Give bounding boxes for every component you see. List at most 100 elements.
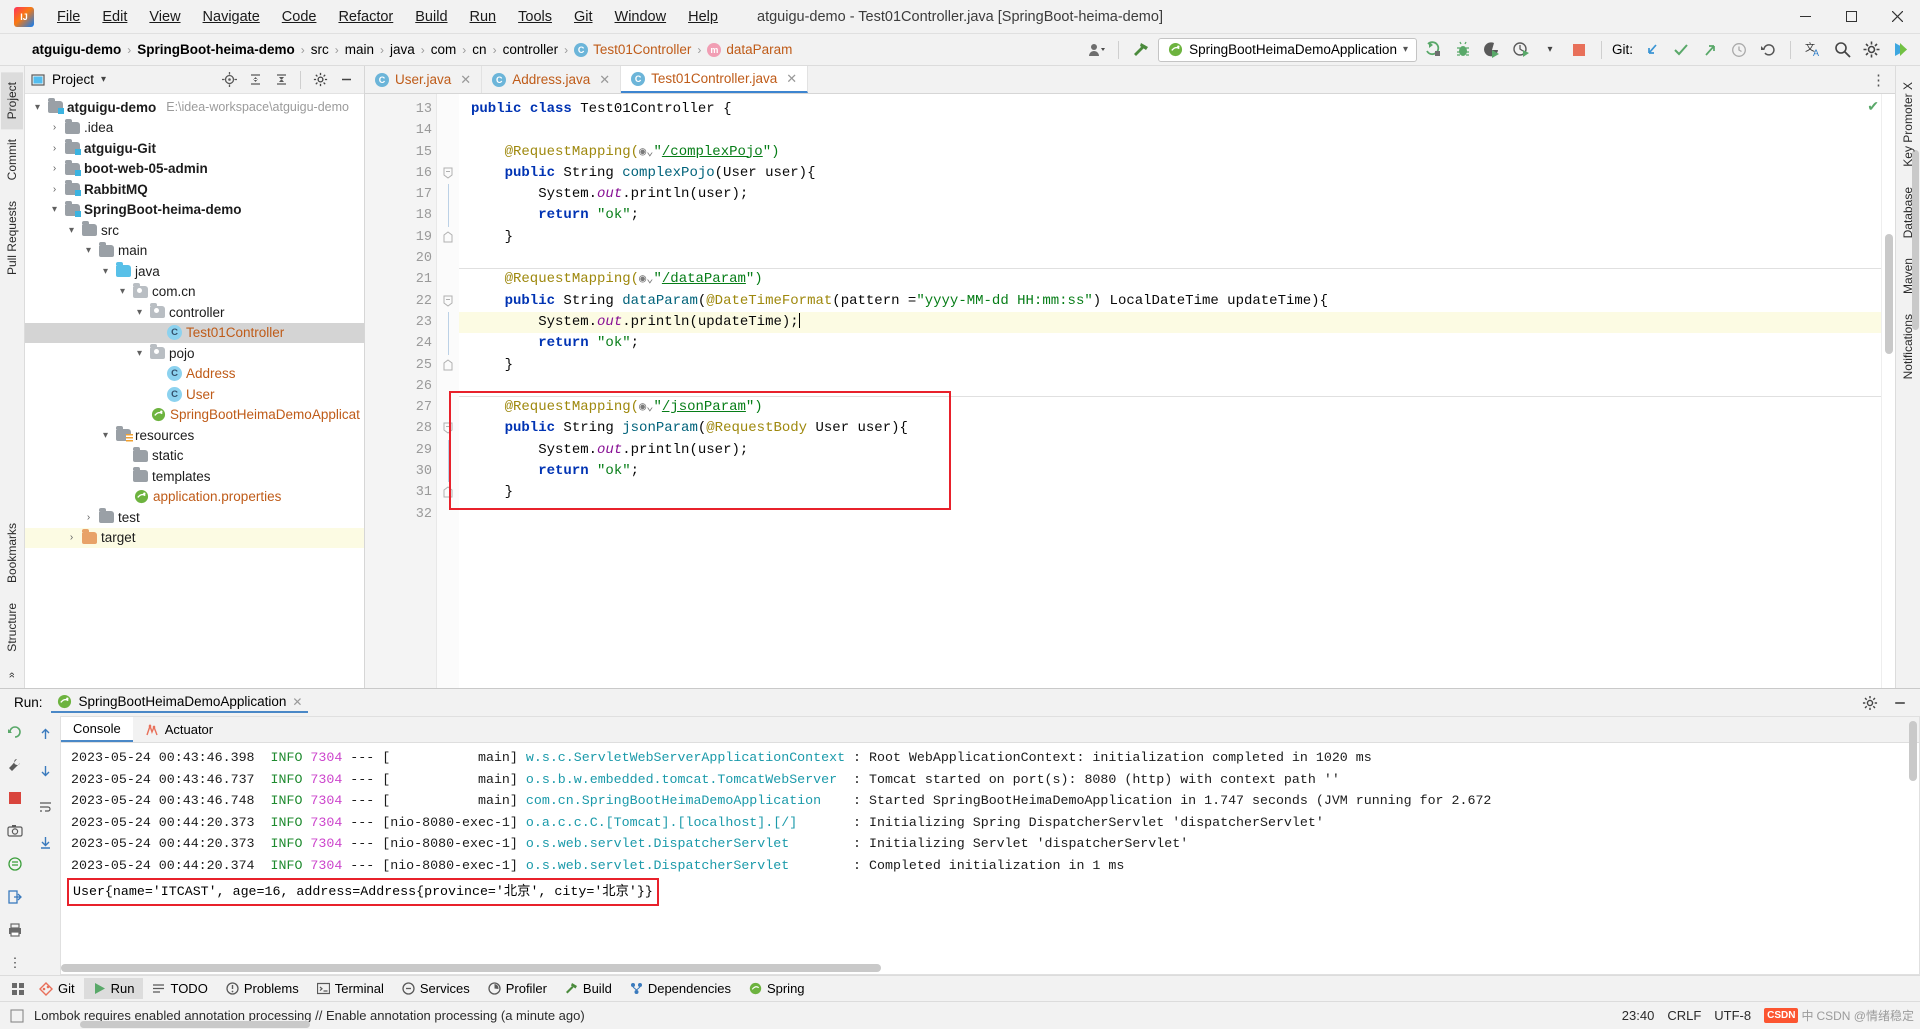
menu-git[interactable]: Git [563, 5, 604, 29]
console-output[interactable]: 2023-05-24 00:43:46.398 INFO 7304 --- [ … [61, 743, 1919, 974]
wrench-icon[interactable] [3, 753, 27, 777]
project-tree-horizontal-scrollbar[interactable] [80, 1021, 310, 1028]
fold-line-15[interactable] [437, 142, 459, 163]
fold-line-28[interactable] [437, 418, 459, 439]
fold-line-23[interactable] [437, 311, 459, 334]
menu-view[interactable]: View [138, 5, 191, 29]
search-icon[interactable] [1830, 38, 1854, 62]
project-settings-gear-icon[interactable] [308, 68, 332, 92]
tree-node-pojo[interactable]: ▾ pojo [25, 343, 364, 364]
settings-gear-icon[interactable] [1859, 38, 1883, 62]
editor-tab-options[interactable]: ⋮ [1863, 66, 1895, 93]
stop-process-icon[interactable] [3, 786, 27, 810]
tree-node-springbootheimademoapplicat[interactable]: SpringBootHeimaDemoApplicat [25, 405, 364, 426]
menu-edit[interactable]: Edit [91, 5, 138, 29]
code-line-27[interactable]: @RequestMapping(◉⌄"/jsonParam") [459, 397, 1881, 418]
code-line-25[interactable]: } [459, 355, 1881, 376]
run-panel-settings-icon[interactable] [1858, 691, 1882, 715]
debug-button[interactable] [1451, 38, 1475, 62]
fold-collapse-icon[interactable] [443, 358, 453, 371]
gutter-line-22[interactable]: 22 [365, 291, 455, 312]
code-line-13[interactable]: public class Test01Controller { [459, 99, 1881, 120]
toolwindow-profiler[interactable]: Profiler [479, 978, 556, 999]
menu-build[interactable]: Build [404, 5, 458, 29]
fold-expand-icon[interactable] [443, 422, 453, 435]
hide-panel-icon[interactable] [334, 68, 358, 92]
chevron-down-icon[interactable]: ▾ [116, 286, 129, 297]
project-tree[interactable]: ▾ atguigu-demo E:\idea-workspace\atguigu-d… [25, 94, 364, 688]
fold-line-31[interactable] [437, 482, 459, 503]
code-line-32[interactable] [459, 504, 1881, 525]
breadcrumb-cn[interactable]: cn [468, 40, 490, 59]
chevron-down-icon[interactable]: ▾ [133, 307, 146, 318]
collapse-all-icon[interactable] [269, 68, 293, 92]
tree-node-java[interactable]: ▾ java [25, 261, 364, 282]
maximize-button[interactable] [1828, 0, 1874, 33]
gutter-line-29[interactable]: 29 [365, 440, 436, 461]
close-icon[interactable]: ✕ [599, 72, 610, 88]
gutter-line-16[interactable]: 16 [365, 163, 455, 184]
chevron-right-icon[interactable]: › [82, 512, 95, 523]
breadcrumb-src[interactable]: src [307, 40, 333, 59]
fold-line-14[interactable] [437, 120, 459, 141]
chevron-right-icon[interactable]: › [48, 163, 61, 174]
soft-wrap-icon[interactable] [33, 794, 57, 818]
tab-console[interactable]: Console [61, 717, 133, 742]
tree-node-atguigu-git[interactable]: › atguigu-Git [25, 138, 364, 159]
menu-file[interactable]: File [46, 5, 91, 29]
run-button[interactable] [1422, 38, 1446, 62]
tab-actuator[interactable]: Actuator [133, 717, 225, 742]
locate-file-icon[interactable] [217, 68, 241, 92]
fold-collapse-icon[interactable] [443, 231, 453, 243]
breadcrumb-atguigu-demo[interactable]: atguigu-demo [28, 40, 125, 59]
tool-tab-project[interactable]: Project [1, 72, 23, 130]
user-avatar-icon[interactable] [1084, 38, 1108, 62]
tree-node-templates[interactable]: templates [25, 466, 364, 487]
gutter-line-24[interactable]: 24 [365, 333, 436, 354]
tool-tab-maven[interactable]: Maven [1897, 248, 1919, 304]
caret-position[interactable]: 23:40 [1622, 1008, 1655, 1023]
tree-node-address[interactable]: C Address [25, 364, 364, 385]
gutter-line-18[interactable]: 18 [365, 205, 436, 226]
tool-tab-key-promoter-x[interactable]: Key Promoter X [1897, 72, 1919, 177]
code-line-19[interactable]: } [459, 227, 1881, 248]
fold-line-20[interactable] [437, 248, 459, 269]
chevron-down-icon[interactable]: ▾ [48, 204, 61, 215]
fold-line-27[interactable] [437, 397, 459, 418]
breadcrumb-controller[interactable]: controller [499, 40, 563, 59]
gutter-line-15[interactable]: 15 [365, 142, 436, 163]
git-rollback-icon[interactable] [1756, 38, 1780, 62]
project-view-dropdown-icon[interactable]: ▾ [101, 74, 106, 85]
tree-node-test01controller[interactable]: C Test01Controller [25, 322, 364, 343]
breadcrumb-dataparam[interactable]: m dataParam [703, 40, 796, 59]
editor-tab-test01controller-java[interactable]: C Test01Controller.java ✕ [621, 66, 809, 93]
code-line-30[interactable]: return "ok"; [459, 461, 1881, 482]
menu-refactor[interactable]: Refactor [327, 5, 404, 29]
chevron-right-icon[interactable]: › [65, 532, 78, 543]
console-vertical-scrollbar[interactable] [1909, 721, 1917, 781]
line-separator[interactable]: CRLF [1667, 1008, 1701, 1023]
code-line-28[interactable]: public String jsonParam(@RequestBody Use… [459, 418, 1881, 439]
expand-all-icon[interactable] [243, 68, 267, 92]
toolwindow-todo[interactable]: TODO [143, 978, 216, 999]
gutter-line-31[interactable]: 31 [365, 482, 436, 503]
chevron-down-icon[interactable]: ▾ [1403, 44, 1408, 55]
tool-tab-commit[interactable]: Commit [1, 129, 23, 190]
git-commit-icon[interactable] [1669, 38, 1693, 62]
run-configuration-selector[interactable]: SpringBootHeimaDemoApplication ▾ [1158, 37, 1417, 62]
camera-snapshot-icon[interactable] [3, 819, 27, 843]
code-line-21[interactable]: @RequestMapping(◉⌄"/dataParam") [459, 269, 1881, 290]
gutter-line-20[interactable]: 20 [365, 248, 436, 269]
tree-node-controller[interactable]: ▾ controller [25, 302, 364, 323]
show-all-toolwindows-icon[interactable] [6, 977, 30, 1001]
tool-tab-structure[interactable]: Structure [1, 593, 23, 662]
fold-line-16[interactable] [437, 163, 459, 184]
close-icon[interactable]: ✕ [292, 695, 302, 709]
tree-node-target[interactable]: › target [25, 527, 364, 548]
code-line-31[interactable]: } [459, 482, 1881, 503]
gutter-line-23[interactable]: 23 [365, 312, 436, 333]
scroll-to-end-icon[interactable] [33, 830, 57, 854]
fold-collapse-icon[interactable] [443, 486, 453, 498]
close-icon[interactable]: ✕ [786, 71, 797, 87]
gutter-line-21[interactable]: 21 [365, 269, 436, 290]
